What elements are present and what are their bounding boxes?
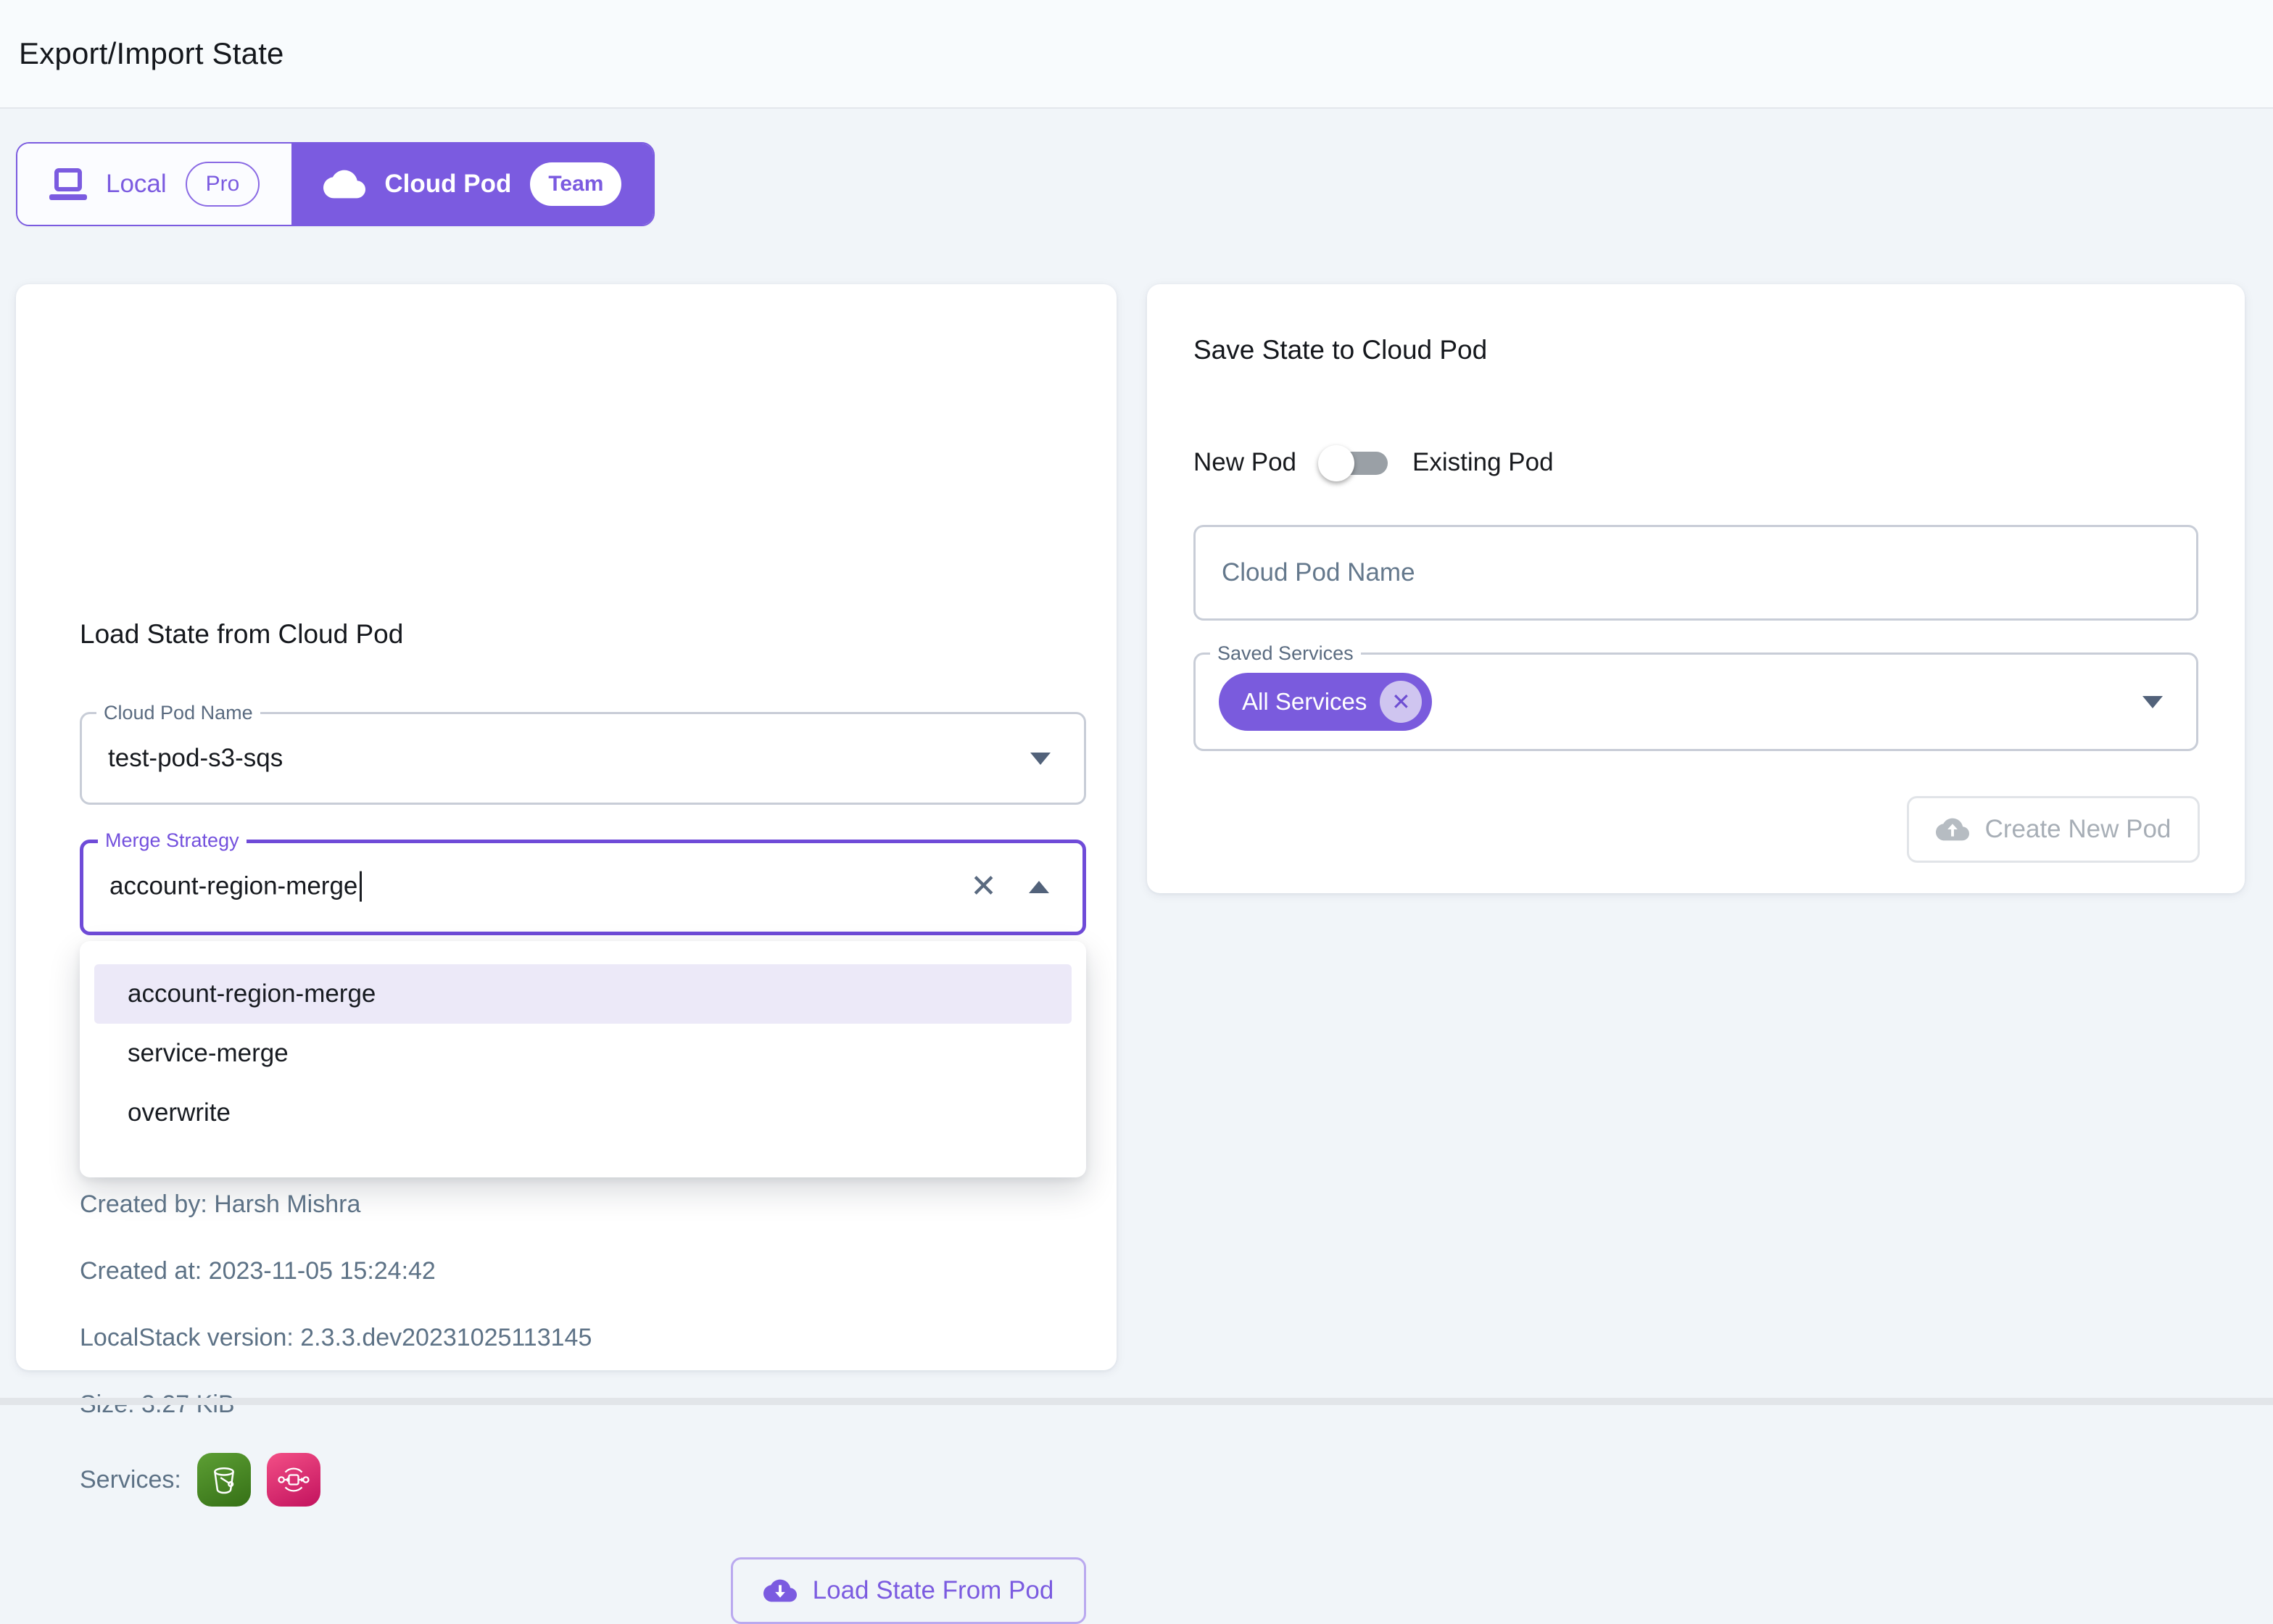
cloud-pod-name-label: Cloud Pod Name (96, 701, 260, 724)
all-services-chip-label: All Services (1242, 688, 1367, 716)
save-pod-name-input[interactable]: Cloud Pod Name (1193, 525, 2198, 621)
chevron-down-icon[interactable] (2142, 696, 2163, 708)
sqs-service-icon (267, 1453, 320, 1507)
chevron-up-icon[interactable] (1029, 881, 1049, 893)
merge-option[interactable]: overwrite (94, 1083, 1072, 1143)
horizontal-scrollbar-track[interactable] (0, 1398, 2273, 1405)
team-badge: Team (530, 162, 621, 206)
load-state-card: Load State from Cloud Pod Cloud Pod Name… (16, 284, 1117, 1370)
meta-created-at: Created at: 2023-11-05 15:24:42 (80, 1257, 436, 1285)
merge-option[interactable]: account-region-merge (94, 964, 1072, 1024)
cloud-icon (323, 170, 365, 199)
load-state-button-label: Load State From Pod (813, 1576, 1054, 1605)
merge-strategy-label: Merge Strategy (98, 829, 247, 852)
tab-local[interactable]: Local Pro (17, 144, 291, 225)
meta-version: LocalStack version: 2.3.3.dev20231025113… (80, 1324, 592, 1352)
save-state-card: Save State to Cloud Pod New Pod Existing… (1147, 284, 2245, 893)
save-card-title: Save State to Cloud Pod (1193, 335, 1487, 365)
meta-services-row: Services: (80, 1453, 320, 1507)
chevron-down-icon[interactable] (1030, 753, 1051, 765)
laptop-icon (49, 168, 87, 200)
merge-strategy-dropdown: account-region-merge service-merge overw… (80, 941, 1086, 1177)
tab-local-label: Local (106, 170, 167, 199)
merge-strategy-input[interactable]: Merge Strategy account-region-merge ✕ (80, 840, 1086, 935)
export-import-state-page: Export/Import State Local Pro Cloud Pod … (0, 0, 2273, 1405)
load-card-title: Load State from Cloud Pod (80, 619, 403, 650)
s3-service-icon (197, 1453, 251, 1507)
tab-cloud-pod-label: Cloud Pod (384, 170, 511, 199)
tab-cloud-pod[interactable]: Cloud Pod Team (291, 144, 653, 225)
merge-option[interactable]: service-merge (94, 1024, 1072, 1083)
saved-services-select[interactable]: Saved Services All Services ✕ (1193, 652, 2198, 751)
page-header: Export/Import State (0, 0, 2273, 109)
pro-badge: Pro (186, 162, 260, 207)
existing-pod-label: Existing Pod (1412, 448, 1554, 477)
all-services-chip: All Services ✕ (1219, 673, 1432, 731)
switch-thumb (1318, 445, 1354, 481)
new-pod-label: New Pod (1193, 448, 1296, 477)
load-state-button[interactable]: Load State From Pod (731, 1557, 1086, 1624)
chip-remove-icon[interactable]: ✕ (1380, 681, 1422, 723)
meta-created-by: Created by: Harsh Mishra (80, 1190, 360, 1219)
merge-strategy-value: account-region-merge (109, 872, 362, 903)
services-label: Services: (80, 1466, 181, 1494)
page-title: Export/Import State (19, 36, 284, 71)
cloud-download-icon (763, 1578, 797, 1603)
saved-services-label: Saved Services (1210, 642, 1361, 665)
clear-icon[interactable]: ✕ (970, 871, 997, 903)
create-new-pod-button[interactable]: Create New Pod (1907, 796, 2200, 863)
pod-type-switch[interactable] (1318, 445, 1391, 480)
cloud-upload-icon (1936, 817, 1969, 842)
text-cursor (360, 871, 362, 901)
pod-mode-tabs: Local Pro Cloud Pod Team (16, 142, 655, 226)
create-new-pod-label: Create New Pod (1985, 815, 2171, 844)
cloud-pod-name-select[interactable]: Cloud Pod Name test-pod-s3-sqs (80, 712, 1086, 805)
save-pod-name-placeholder: Cloud Pod Name (1222, 558, 1415, 587)
cloud-pod-name-value: test-pod-s3-sqs (108, 744, 283, 773)
pod-type-toggle-row: New Pod Existing Pod (1193, 445, 1554, 480)
